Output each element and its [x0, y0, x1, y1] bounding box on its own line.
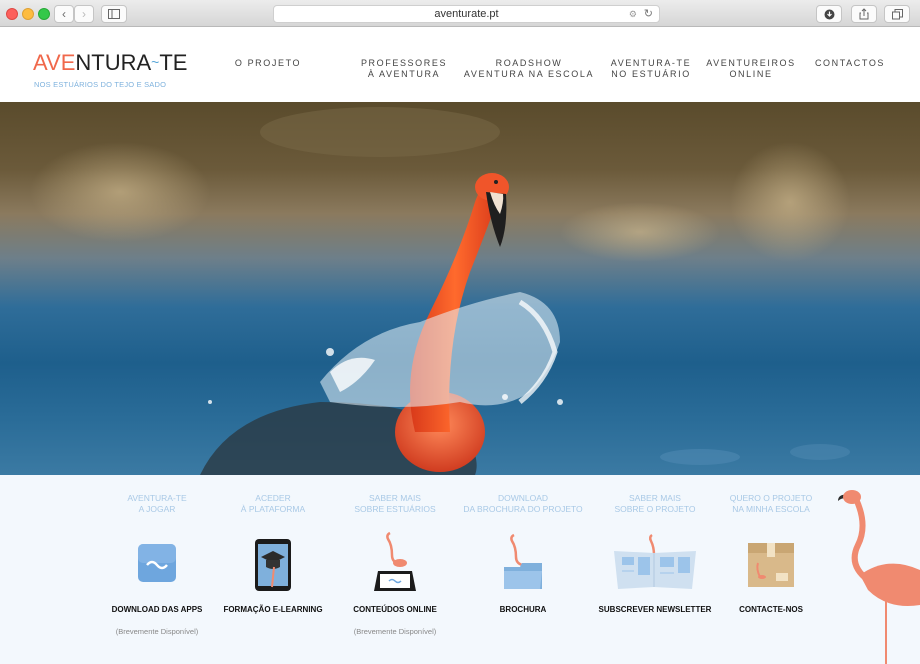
tile-heading: DOWNLOAD DA BROCHURA DO PROJETO: [463, 493, 583, 514]
nav-label: AVENTURA NA ESCOLA: [463, 69, 595, 79]
chevron-left-icon: ‹: [62, 7, 66, 21]
box-icon: [746, 537, 796, 593]
tile-label: SUBSCREVER NEWSLETTER: [598, 605, 712, 614]
site-header: AVENTURA~TE NOS ESTUÁRIOS DO TEJO E SADO…: [0, 28, 920, 102]
sidebar-toggle-button[interactable]: [101, 5, 127, 23]
tile-label: CONTEÚDOS ONLINE: [353, 605, 437, 614]
tablet-graduation-icon: [248, 537, 298, 593]
download-icon: [824, 9, 834, 19]
folder-icon: [498, 531, 548, 589]
hero-image: [0, 102, 920, 475]
site-logo[interactable]: AVENTURA~TE: [33, 50, 187, 76]
tile-heading: AVENTURA-TE A JOGAR: [127, 493, 187, 514]
nav-label: PROFESSORES: [360, 58, 448, 68]
nav-aventura-te-estuario[interactable]: AVENTURA-TE NO ESTUÁRIO: [604, 58, 698, 80]
tile-label: FORMAÇÃO E-LEARNING: [223, 605, 323, 614]
nav-label: O PROJETO: [234, 58, 302, 68]
tile-heading: QUERO O PROJETO NA MINHA ESCOLA: [729, 493, 813, 514]
browser-toolbar: ‹ › aventurate.pt ⚙ ↻: [0, 0, 920, 27]
forward-button[interactable]: ›: [74, 5, 94, 23]
flamingo-photo: [30, 107, 850, 475]
reader-icon[interactable]: ⚙: [629, 6, 637, 22]
share-icon: [859, 8, 869, 20]
nav-label: ROADSHOW: [495, 58, 563, 68]
nav-aventureiros-online[interactable]: AVENTUREIROS ONLINE: [702, 58, 800, 80]
nav-o-projeto[interactable]: O PROJETO: [226, 58, 310, 69]
nav-label: À AVENTURA: [367, 69, 441, 79]
share-button[interactable]: [851, 5, 877, 23]
chevron-right-icon: ›: [82, 7, 86, 21]
nav-professores[interactable]: PROFESSORES À AVENTURA: [356, 58, 452, 80]
close-window-button[interactable]: [6, 8, 18, 20]
back-button[interactable]: ‹: [54, 5, 74, 23]
tile-heading: SABER MAIS SOBRE ESTUÁRIOS: [354, 493, 436, 514]
nav-label: AVENTUREIROS: [706, 58, 796, 68]
reload-icon[interactable]: ↻: [644, 6, 653, 22]
tabs-icon: [891, 8, 903, 19]
nav-label: CONTACTOS: [814, 58, 886, 68]
downloads-button[interactable]: [816, 5, 842, 23]
nav-contactos[interactable]: CONTACTOS: [808, 58, 892, 69]
tabs-overview-button[interactable]: [884, 5, 910, 23]
nav-label: NO ESTUÁRIO: [611, 69, 691, 79]
nav-label: ONLINE: [729, 69, 773, 79]
tile-heading: SABER MAIS SOBRE O PROJETO: [614, 493, 696, 514]
flamingo-tablet-icon: [370, 531, 420, 591]
url-text: aventurate.pt: [434, 8, 499, 20]
logo-ntura: NTURA: [75, 50, 152, 75]
tile-note: (Brevemente Disponível): [115, 627, 199, 636]
quick-links-section: AVENTURA-TE A JOGAR DOWNLOAD DAS APPS (Br…: [0, 475, 920, 664]
app-icon: [132, 539, 182, 595]
flamingo-illustration: [838, 490, 920, 664]
sidebar-icon: [108, 9, 120, 19]
tile-heading: ACEDER À PLATAFORMA: [240, 493, 306, 514]
tile-label: BROCHURA: [499, 605, 547, 614]
newspaper-icon: [612, 531, 698, 589]
logo-ave: AVE: [33, 50, 76, 75]
tile-note: (Brevemente Disponível): [353, 627, 437, 636]
tile-label: DOWNLOAD DAS APPS: [111, 605, 203, 614]
tile-label: CONTACTE-NOS: [739, 605, 803, 614]
address-bar[interactable]: aventurate.pt ⚙ ↻: [273, 5, 660, 23]
zoom-window-button[interactable]: [38, 8, 50, 20]
logo-te: TE: [159, 50, 188, 75]
nav-label: AVENTURA-TE: [610, 58, 692, 68]
minimize-window-button[interactable]: [22, 8, 34, 20]
nav-roadshow[interactable]: ROADSHOW AVENTURA NA ESCOLA: [462, 58, 596, 80]
logo-tagline: NOS ESTUÁRIOS DO TEJO E SADO: [34, 80, 167, 89]
